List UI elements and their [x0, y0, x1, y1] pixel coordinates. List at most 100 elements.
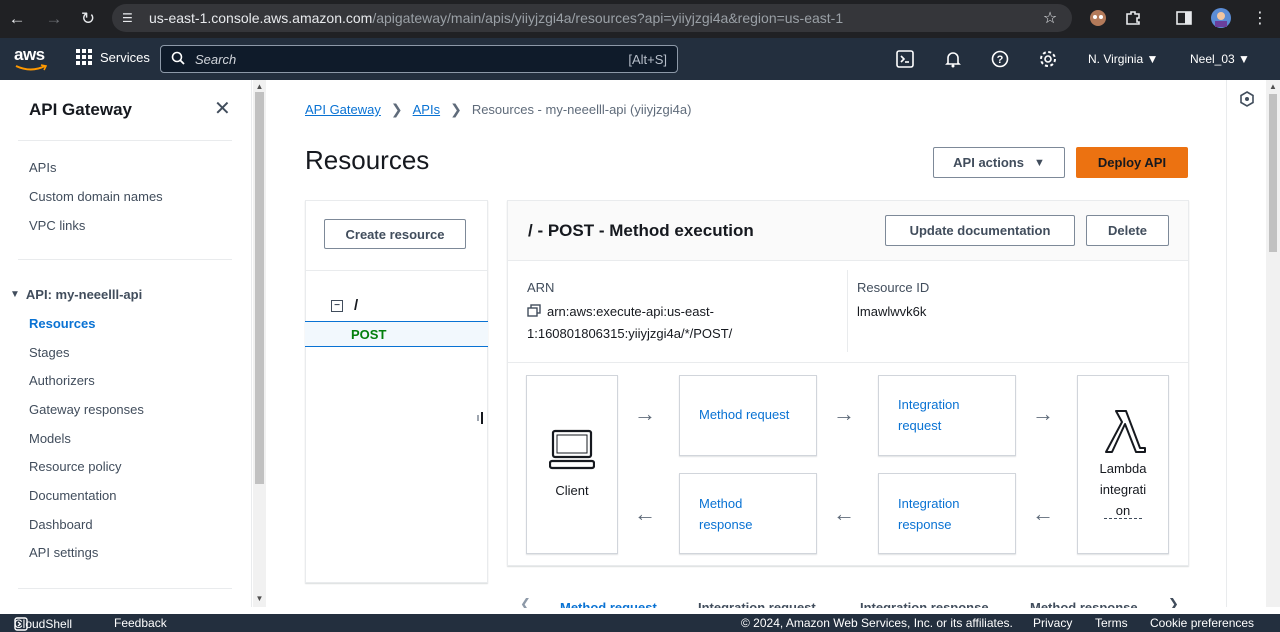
sidebar-item-gateway-responses[interactable]: Gateway responses: [29, 402, 144, 417]
lambda-label: Lambda integrati on: [1078, 458, 1168, 521]
search-input[interactable]: Search [Alt+S]: [160, 45, 678, 73]
scroll-up-icon[interactable]: ▲: [1269, 82, 1277, 91]
tree-node-post[interactable]: POST: [305, 321, 488, 347]
lambda-icon: [1102, 408, 1146, 457]
laptop-icon: [548, 429, 596, 474]
url-host: us-east-1.console.aws.amazon.com: [149, 10, 373, 26]
tree-node-root[interactable]: − /: [331, 297, 358, 314]
page-scroll-thumb[interactable]: [1269, 94, 1277, 252]
browser-menu-icon[interactable]: ⋮: [1248, 6, 1272, 30]
notifications-bell-icon[interactable]: [943, 49, 963, 69]
integration-request-link[interactable]: Integration request: [898, 394, 959, 436]
services-menu[interactable]: Services: [76, 49, 150, 65]
method-request-box[interactable]: Method request: [679, 375, 817, 456]
method-response-line-2: response: [699, 517, 753, 532]
arrow-left-icon: ←: [833, 501, 855, 526]
scroll-down-icon[interactable]: ▼: [255, 594, 264, 603]
client-label: Client: [555, 483, 589, 498]
help-icon[interactable]: ?: [990, 49, 1010, 69]
breadcrumb-apis[interactable]: APIs: [413, 102, 440, 117]
arrow-right-icon: →: [634, 401, 656, 426]
sidebar-item-custom-domain-names[interactable]: Custom domain names: [29, 189, 163, 204]
sidebar-item-models[interactable]: Models: [29, 431, 71, 446]
sidebar-item-dashboard[interactable]: Dashboard: [29, 517, 93, 532]
extension-avatar-icon[interactable]: [1086, 6, 1110, 30]
copy-icon[interactable]: [527, 302, 541, 323]
address-bar[interactable]: ☰ us-east-1.console.aws.amazon.com/apiga…: [112, 4, 1072, 32]
sidebar-item-authorizers[interactable]: Authorizers: [29, 373, 95, 388]
feedback-link[interactable]: Feedback: [114, 616, 167, 630]
resize-handle-icon[interactable]: [477, 411, 485, 425]
cookie-preferences-link[interactable]: Cookie preferences: [1150, 616, 1254, 630]
side-navigation: API Gateway ✕ APIs Custom domain names V…: [0, 80, 252, 607]
sidebar-section-api[interactable]: ▼ API: my-neeelll-api: [10, 287, 142, 302]
breadcrumb: API Gateway ❯ APIs ❯ Resources - my-neee…: [305, 101, 691, 118]
tab-integration-response[interactable]: Integration response: [860, 600, 989, 608]
scroll-left-icon[interactable]: ❮: [520, 596, 531, 608]
caret-down-icon: ▼: [1033, 156, 1045, 169]
close-icon[interactable]: ✕: [214, 99, 232, 119]
arrow-left-icon: ←: [634, 501, 656, 526]
tab-integration-request[interactable]: Integration request: [698, 600, 816, 608]
services-grid-icon: [76, 49, 92, 65]
arrow-left-icon: ←: [1032, 501, 1054, 526]
browser-toolbar: ← → ↻ ☰ us-east-1.console.aws.amazon.com…: [0, 0, 1280, 38]
account-menu[interactable]: Neel_03 ▼: [1190, 52, 1250, 66]
services-label: Services: [100, 49, 150, 65]
sidebar-item-vpc-links[interactable]: VPC links: [29, 218, 85, 233]
sidepanel-icon[interactable]: [1172, 6, 1196, 30]
create-resource-button[interactable]: Create resource: [324, 219, 466, 249]
info-panel-icon[interactable]: [1239, 91, 1255, 110]
deploy-api-button[interactable]: Deploy API: [1076, 147, 1188, 178]
api-actions-button[interactable]: API actions ▼: [933, 147, 1065, 178]
delete-button[interactable]: Delete: [1086, 215, 1169, 246]
extensions-icon[interactable]: [1121, 6, 1145, 30]
site-settings-icon[interactable]: ☰: [122, 11, 140, 25]
client-box: Client: [526, 375, 618, 554]
arn-line-1: arn:aws:execute-api:us-east-: [547, 304, 714, 319]
cloudshell-icon[interactable]: [895, 49, 915, 69]
tab-method-request[interactable]: Method request: [560, 600, 657, 608]
sidebar-item-api-settings[interactable]: API settings: [29, 545, 98, 560]
sidebar-scrollbar[interactable]: ▲ ▼: [253, 80, 266, 607]
forward-icon[interactable]: →: [43, 8, 65, 30]
sidebar-item-documentation[interactable]: Documentation: [29, 488, 116, 503]
scroll-up-icon[interactable]: ▲: [255, 82, 264, 91]
page-scrollbar[interactable]: ▲: [1266, 80, 1280, 607]
aws-logo[interactable]: aws: [14, 45, 48, 71]
bookmark-star-icon[interactable]: ☆: [1038, 6, 1062, 30]
tab-method-response[interactable]: Method response: [1030, 600, 1138, 608]
integration-request-box[interactable]: Integration request: [878, 375, 1016, 456]
integration-response-link[interactable]: Integration response: [898, 493, 959, 535]
sidebar-item-stages[interactable]: Stages: [29, 345, 69, 360]
reload-icon[interactable]: ↻: [77, 8, 99, 30]
sidebar-scroll-thumb[interactable]: [255, 92, 264, 484]
integration-response-line-1: Integration: [898, 496, 960, 511]
breadcrumb-api-gateway[interactable]: API Gateway: [305, 102, 381, 117]
scroll-right-icon[interactable]: ❯: [1168, 596, 1179, 608]
integration-response-box[interactable]: Integration response: [878, 473, 1016, 554]
method-request-link[interactable]: Method request: [699, 404, 789, 425]
sidebar-item-resources[interactable]: Resources: [29, 316, 95, 331]
method-response-link[interactable]: Method response: [699, 493, 752, 535]
region-selector[interactable]: N. Virginia ▼: [1088, 52, 1158, 66]
profile-avatar-icon[interactable]: [1209, 6, 1233, 30]
update-documentation-button[interactable]: Update documentation: [885, 215, 1075, 246]
cloudshell-label: CloudShell: [14, 617, 73, 631]
settings-gear-icon[interactable]: [1038, 49, 1058, 69]
sidebar-item-resource-policy[interactable]: Resource policy: [29, 459, 122, 474]
caret-down-icon: ▼: [10, 289, 20, 300]
terms-link[interactable]: Terms: [1095, 616, 1128, 630]
resource-tree-panel: [305, 200, 488, 583]
sidebar-title: API Gateway: [29, 100, 132, 119]
method-panel-title: / - POST - Method execution: [528, 221, 754, 240]
back-icon[interactable]: ←: [6, 8, 28, 30]
copyright-text: © 2024, Amazon Web Services, Inc. or its…: [741, 616, 1013, 630]
integration-request-line-2: request: [898, 418, 942, 433]
method-response-box[interactable]: Method response: [679, 473, 817, 554]
privacy-link[interactable]: Privacy: [1033, 616, 1072, 630]
collapse-icon[interactable]: −: [331, 299, 343, 312]
sidebar-item-apis[interactable]: APIs: [29, 160, 56, 175]
caret-down-icon: ▼: [1238, 52, 1250, 66]
api-actions-label: API actions: [953, 155, 1024, 170]
